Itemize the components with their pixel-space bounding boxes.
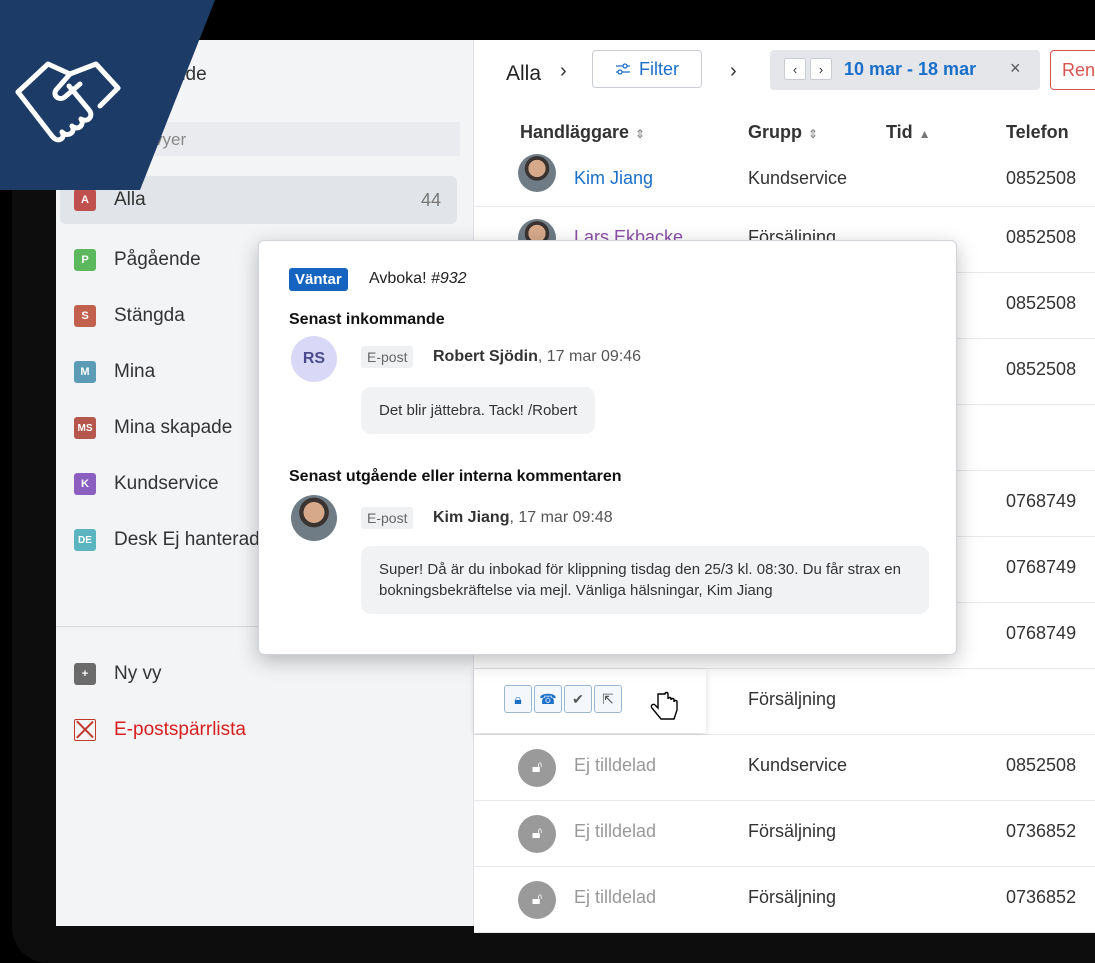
sidebar-item-label: Alla — [114, 189, 146, 210]
view-badge: P — [74, 249, 96, 271]
breadcrumb[interactable]: Alla — [506, 62, 541, 86]
column-label: Grupp — [748, 122, 802, 142]
close-icon[interactable]: × — [1010, 58, 1021, 79]
ticket-subject: Avboka! — [369, 270, 427, 287]
phone-cell: 0736852 — [1006, 887, 1077, 907]
table-header: Handläggare ⇕ Grupp ⇕ Tid ▲ Telefon — [474, 108, 1095, 159]
filter-button[interactable]: Filter — [592, 50, 702, 88]
unlock-icon: 🔓︎ — [518, 749, 556, 787]
view-badge: S — [74, 305, 96, 327]
author-name: Robert Sjödin — [433, 348, 538, 365]
status-badge: Väntar — [289, 268, 348, 291]
check-icon[interactable]: ✔ — [564, 685, 592, 713]
message-author: Kim Jiang, 17 mar 09:48 — [433, 509, 613, 527]
group-cell: Försäljning — [748, 821, 837, 841]
column-label: Tid — [886, 122, 913, 142]
view-badge: A — [74, 189, 96, 211]
view-count: 44 — [420, 189, 441, 210]
chevron-right-icon: › — [730, 60, 737, 82]
lock-icon[interactable]: 🔒︎ — [504, 685, 532, 713]
table-row[interactable]: 🔓︎ Ej tilldelad Kundservice 0852508 — [474, 735, 1095, 801]
clear-filters-button[interactable]: Rensa — [1050, 50, 1095, 90]
view-badge: DE — [74, 529, 96, 551]
email-blocklist-link[interactable]: E-postspärrlista — [60, 702, 457, 758]
sidebar-item-label: Mina skapade — [114, 417, 233, 438]
group-cell: Försäljning — [748, 887, 837, 907]
chevron-right-icon: › — [560, 60, 567, 82]
sidebar-item-label: Kundservice — [114, 473, 219, 494]
phone-cell: 0768749 — [1006, 557, 1077, 577]
filter-label: Filter — [639, 58, 679, 79]
column-header-agent[interactable]: Handläggare ⇕ — [520, 122, 645, 143]
column-header-time[interactable]: Tid ▲ — [886, 122, 931, 143]
open-external-icon[interactable]: ⇱ — [594, 685, 622, 713]
phone-cell: 0768749 — [1006, 623, 1077, 643]
sidebar-item-label: Pågående — [114, 249, 201, 270]
table-row-hovered[interactable]: 🔒︎ ☎ ✔ ⇱ Försäljning — [474, 669, 1095, 735]
hand-cursor-icon — [650, 691, 678, 720]
sort-icon: ⇕ — [808, 127, 819, 141]
column-header-phone[interactable]: Telefon — [1006, 122, 1069, 143]
agent-name[interactable]: Ej tilldelad — [574, 887, 656, 908]
table-row[interactable]: Kim Jiang Kundservice 0852508 — [474, 154, 1095, 207]
phone-cell: 0852508 — [1006, 359, 1077, 379]
plus-icon: + — [74, 663, 96, 685]
date-range-filter: ‹ › 10 mar - 18 mar × — [770, 50, 1040, 90]
phone-cell: 0736852 — [1006, 821, 1077, 841]
incoming-heading: Senast inkommande — [289, 311, 445, 328]
prev-range-button[interactable]: ‹ — [784, 58, 806, 80]
blocklist-label: E-postspärrlista — [114, 719, 246, 740]
group-cell: Kundservice — [748, 755, 848, 775]
view-badge: K — [74, 473, 96, 495]
sidebar-item-label: Stängda — [114, 305, 185, 326]
author-name: Kim Jiang — [433, 509, 510, 526]
sidebar-bottom: + Ny vy E-postspärrlista — [60, 646, 457, 758]
avatar — [291, 495, 337, 541]
phone-icon[interactable]: ☎ — [534, 685, 562, 713]
message-author: Robert Sjödin, 17 mar 09:46 — [433, 348, 641, 366]
column-label: Telefon — [1006, 122, 1069, 142]
unlock-icon: 🔓︎ — [518, 815, 556, 853]
agent-name[interactable]: Ej tilldelad — [574, 755, 656, 776]
outgoing-message: Super! Då är du inbokad för klippning ti… — [361, 546, 929, 614]
outgoing-heading: Senast utgående eller interna kommentare… — [289, 468, 622, 485]
ticket-number: #932 — [430, 270, 467, 287]
column-label: Handläggare — [520, 122, 630, 142]
agent-name[interactable]: Ej tilldelad — [574, 821, 656, 842]
unlock-icon: 🔓︎ — [518, 881, 556, 919]
channel-badge: E-post — [361, 346, 414, 368]
handshake-logo-icon — [0, 0, 215, 190]
date-range-label[interactable]: 10 mar - 18 mar — [844, 59, 976, 80]
avatar — [518, 154, 556, 192]
blocklist-icon — [74, 719, 96, 741]
column-header-group[interactable]: Grupp ⇕ — [748, 122, 818, 143]
table-row[interactable]: 🔓︎ Ej tilldelad Försäljning 0736852 — [474, 801, 1095, 867]
phone-cell: 0852508 — [1006, 227, 1077, 247]
view-badge: M — [74, 361, 96, 383]
group-cell: Försäljning — [748, 689, 837, 709]
new-view-label: Ny vy — [114, 663, 162, 684]
sort-icon: ⇕ — [635, 127, 646, 141]
avatar: RS — [291, 336, 337, 382]
message-time: , 17 mar 09:48 — [509, 509, 613, 526]
next-range-button[interactable]: › — [810, 58, 832, 80]
sliders-icon — [616, 63, 630, 75]
list-header: Alla › Filter › ‹ › 10 mar - 18 mar × Re… — [474, 40, 1095, 108]
phone-cell: 0852508 — [1006, 168, 1077, 188]
sidebar-item-label: Desk Ej hanterad — [114, 529, 260, 550]
message-time: , 17 mar 09:46 — [537, 348, 642, 365]
agent-name[interactable]: Kim Jiang — [574, 168, 653, 189]
incoming-message: Det blir jättebra. Tack! /Robert — [361, 387, 596, 434]
group-cell: Kundservice — [748, 168, 848, 188]
phone-cell: 0852508 — [1006, 755, 1077, 775]
sort-asc-icon: ▲ — [918, 127, 931, 141]
table-row[interactable]: 🔓︎ Ej tilldelad Försäljning 0736852 — [474, 867, 1095, 933]
phone-cell: 0852508 — [1006, 293, 1077, 313]
ticket-title: Avboka! #932 — [369, 270, 467, 288]
sidebar-item-label: Mina — [114, 361, 156, 382]
ticket-preview-popover: Väntar Avboka! #932 Senast inkommande RS… — [258, 240, 957, 655]
phone-cell: 0768749 — [1006, 491, 1077, 511]
channel-badge: E-post — [361, 507, 414, 529]
view-badge: MS — [74, 417, 96, 439]
